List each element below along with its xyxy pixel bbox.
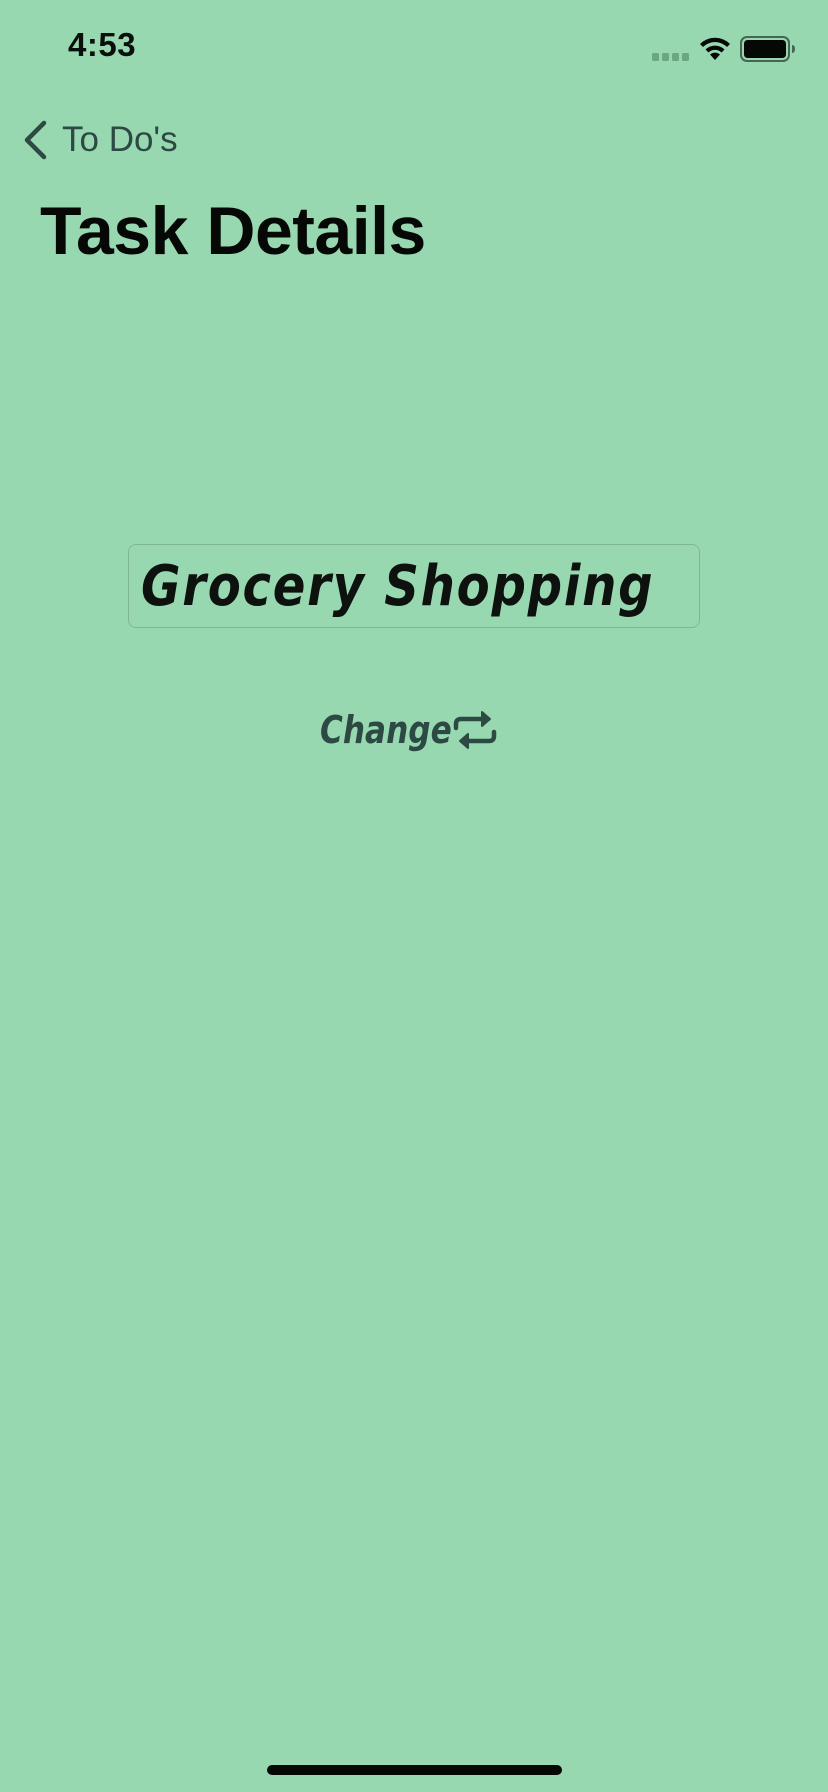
repeat-icon (453, 711, 497, 749)
back-button[interactable]: To Do's (22, 116, 178, 164)
battery-icon (740, 36, 795, 62)
wifi-icon (700, 37, 730, 60)
page-title: Task Details (40, 193, 426, 269)
chevron-left-icon (24, 120, 47, 160)
change-button[interactable]: Change (320, 704, 498, 756)
status-time: 4:53 (68, 26, 137, 63)
home-indicator (267, 1765, 562, 1775)
signal-icon (652, 53, 689, 61)
back-button-label: To Do's (62, 120, 178, 159)
change-button-label: Change (320, 708, 452, 752)
task-name-field[interactable]: Grocery Shopping (128, 544, 700, 628)
status-bar: 4:53 (0, 0, 828, 100)
task-name-value: Grocery Shopping (141, 553, 655, 619)
